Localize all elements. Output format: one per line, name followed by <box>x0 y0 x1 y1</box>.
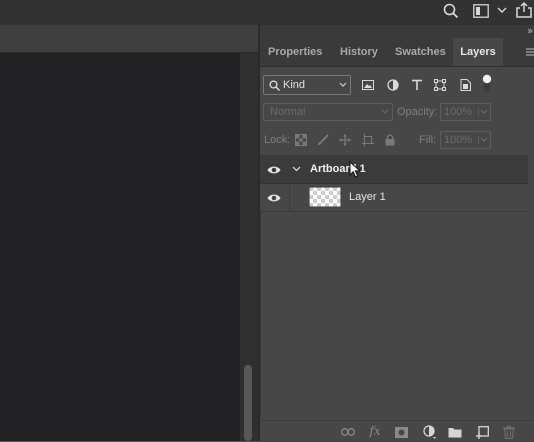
new-layer-icon[interactable] <box>474 424 490 440</box>
chevron-down-icon <box>380 108 390 116</box>
group-icon[interactable] <box>447 424 463 440</box>
opacity-value: 100% <box>444 106 473 118</box>
image-filter-icon[interactable] <box>360 77 376 93</box>
blend-mode-label: Normal <box>270 106 306 118</box>
fill-value: 100% <box>444 134 473 146</box>
smart-object-filter-icon[interactable] <box>457 77 473 93</box>
filter-toggle-icon[interactable] <box>480 73 494 95</box>
search-icon[interactable] <box>441 1 461 21</box>
share-icon[interactable] <box>514 0 534 20</box>
opacity-label: Opacity: <box>397 106 438 118</box>
opacity-field[interactable]: 100% <box>440 103 491 121</box>
blend-mode-select[interactable]: Normal <box>263 103 393 121</box>
layer-row-artboard[interactable]: Artboard 1 <box>260 156 528 184</box>
document-tab-strip <box>0 25 258 53</box>
filter-kind-select[interactable]: Kind <box>263 75 351 95</box>
mouse-cursor-icon <box>348 160 362 178</box>
top-bar <box>0 0 534 25</box>
layers-bottom-bar: fx <box>260 420 534 442</box>
tab-swatches[interactable]: Swatches <box>395 38 446 66</box>
fx-icon[interactable]: fx <box>367 423 383 439</box>
layer-row-layer1[interactable]: Layer 1 <box>260 184 528 212</box>
fill-label: Fill: <box>419 134 437 146</box>
layer-thumbnail <box>309 187 341 207</box>
mask-icon[interactable] <box>393 424 409 440</box>
lock-position-icon[interactable] <box>337 132 353 148</box>
workspace-icon[interactable] <box>472 2 490 20</box>
panel-header-strip <box>260 25 534 38</box>
lock-artboard-icon[interactable] <box>360 132 376 148</box>
shape-filter-icon[interactable] <box>432 77 448 93</box>
search-icon <box>268 79 280 91</box>
collapse-panel-icon[interactable] <box>526 26 534 36</box>
panel-tab-bar: Properties History Swatches Layers <box>260 38 534 67</box>
fill-field[interactable]: 100% <box>440 131 491 149</box>
adjustment-icon[interactable] <box>422 424 438 440</box>
layers-scrollbar[interactable] <box>528 155 534 420</box>
lock-image-icon[interactable] <box>315 132 331 148</box>
trash-icon[interactable] <box>501 424 517 440</box>
tab-history[interactable]: History <box>340 38 378 66</box>
visibility-eye-icon[interactable] <box>266 162 282 177</box>
tab-layers[interactable]: Layers <box>453 38 503 66</box>
panel-menu-icon[interactable] <box>525 46 534 58</box>
lock-transparent-icon[interactable] <box>293 132 309 148</box>
document-canvas[interactable] <box>0 53 240 441</box>
adjustment-filter-icon[interactable] <box>385 77 401 93</box>
link-icon[interactable] <box>340 424 356 440</box>
filter-kind-label: Kind <box>283 79 306 91</box>
layer-indent-divider <box>289 184 290 211</box>
lock-all-icon[interactable] <box>382 132 398 148</box>
chevron-down-icon <box>338 81 348 89</box>
chevron-down-icon <box>478 108 489 116</box>
layer-name[interactable]: Layer 1 <box>349 191 386 203</box>
visibility-eye-icon[interactable] <box>266 190 282 205</box>
chevron-down-icon[interactable] <box>495 3 509 17</box>
chevron-down-icon <box>478 136 489 144</box>
type-filter-icon[interactable] <box>409 77 425 93</box>
canvas-scroll-thumb[interactable] <box>244 365 252 441</box>
tab-properties[interactable]: Properties <box>268 38 322 66</box>
lock-label: Lock: <box>264 134 291 146</box>
chevron-down-icon[interactable] <box>291 165 301 173</box>
